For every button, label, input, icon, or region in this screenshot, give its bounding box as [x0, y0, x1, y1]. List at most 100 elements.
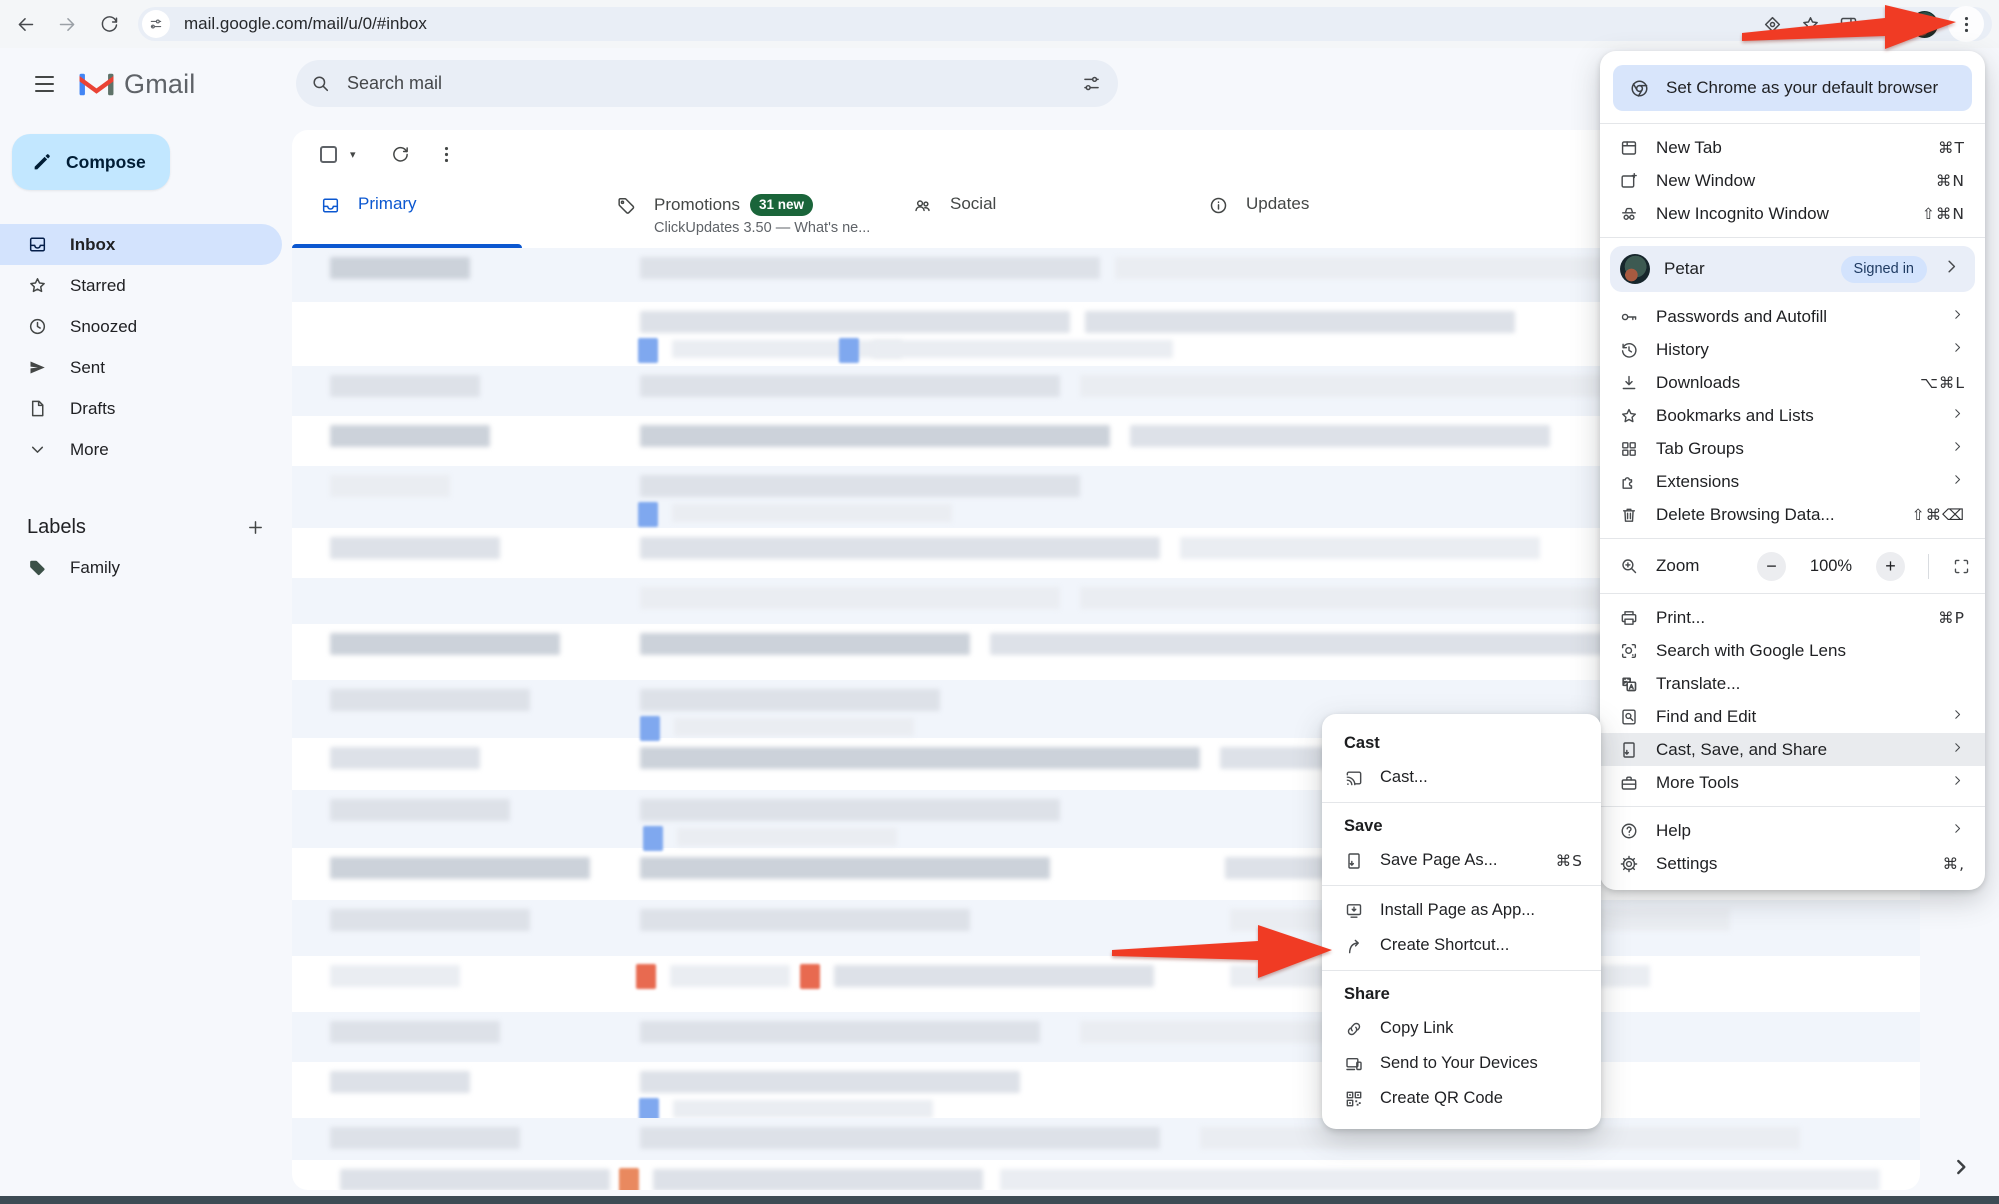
passwords-and-autofill-icon [1619, 307, 1639, 327]
tab-promotions[interactable]: Promotions31 newClickUpdates 3.50 — What… [588, 178, 884, 248]
menu-item-downloads[interactable]: Downloads⌥⌘L [1600, 366, 1985, 399]
signed-in-badge: Signed in [1841, 256, 1927, 283]
redacted-text [330, 965, 460, 987]
menu-item-extensions[interactable]: Extensions [1600, 465, 1985, 498]
menu-item-new-incognito-window[interactable]: New Incognito Window⇧⌘N [1600, 197, 1985, 230]
download-tray-icon[interactable] [1871, 9, 1901, 39]
zoom-in-button[interactable]: + [1876, 552, 1905, 581]
submenu-item-label: Create QR Code [1380, 1089, 1583, 1108]
menu-item-search-with-google-lens[interactable]: Search with Google Lens [1600, 634, 1985, 667]
menu-item-delete-browsing-data[interactable]: Delete Browsing Data...⇧⌘⌫ [1600, 498, 1985, 531]
table-row[interactable] [292, 956, 1920, 1012]
keyboard-shortcut: ⌘T [1938, 139, 1965, 157]
select-dropdown-icon[interactable]: ▾ [350, 148, 356, 161]
menu-separator [1600, 593, 1985, 594]
menu-item-new-window[interactable]: New Window⌘N [1600, 164, 1985, 197]
menu-item-help[interactable]: Help [1600, 814, 1985, 847]
compose-button[interactable]: Compose [12, 134, 170, 190]
redacted-text [330, 475, 450, 497]
site-settings-icon[interactable] [142, 10, 170, 38]
refresh-button[interactable] [382, 135, 420, 173]
menu-item-bookmarks-and-lists[interactable]: Bookmarks and Lists [1600, 399, 1985, 432]
search-mail-bar[interactable]: Search mail [296, 60, 1118, 107]
tab-updates[interactable]: Updates [1180, 178, 1476, 248]
back-button[interactable] [8, 7, 42, 41]
sidebar-label-family[interactable]: Family [0, 547, 282, 588]
sidebar-item-more[interactable]: More [0, 429, 282, 470]
menu-item-translate[interactable]: Translate... [1600, 667, 1985, 700]
tab-primary[interactable]: Primary [292, 178, 588, 248]
redacted-text [640, 1127, 1160, 1149]
redacted-text [834, 965, 1154, 987]
menu-item-find-and-edit[interactable]: Find and Edit [1600, 700, 1985, 733]
menu-item-new-tab[interactable]: New Tab⌘T [1600, 131, 1985, 164]
search-options-icon[interactable] [1081, 73, 1102, 94]
menu-item-passwords-and-autofill[interactable]: Passwords and Autofill [1600, 300, 1985, 333]
redacted-text [640, 857, 1050, 879]
submenu-separator [1322, 802, 1601, 803]
submenu-item-send-to-your-devices[interactable]: Send to Your Devices [1322, 1046, 1601, 1081]
zoom-out-button[interactable]: − [1757, 552, 1786, 581]
reload-button[interactable] [92, 7, 126, 41]
sidebar-item-sent[interactable]: Sent [0, 347, 282, 388]
redacted-text [990, 633, 1610, 655]
menu-item-history[interactable]: History [1600, 333, 1985, 366]
browser-menu-button[interactable] [1948, 6, 1984, 42]
more-options-icon[interactable] [428, 135, 466, 173]
forward-button[interactable] [50, 7, 84, 41]
redacted-text [640, 311, 1070, 333]
address-bar[interactable]: mail.google.com/mail/u/0/#inbox [138, 7, 1992, 41]
menu-item-print[interactable]: Print...⌘P [1600, 601, 1985, 634]
main-menu-icon[interactable] [24, 64, 64, 104]
submenu-item-create-shortcut[interactable]: Create Shortcut... [1322, 928, 1601, 963]
menu-separator [1600, 237, 1985, 238]
menu-item-label: More Tools [1656, 773, 1933, 793]
bookmark-star-icon[interactable] [1795, 9, 1825, 39]
table-row[interactable] [292, 900, 1920, 956]
table-row[interactable] [292, 1062, 1920, 1118]
table-row[interactable] [292, 1118, 1920, 1160]
side-panel-icon[interactable] [1833, 9, 1863, 39]
profile-avatar[interactable] [1911, 11, 1938, 38]
url-text[interactable]: mail.google.com/mail/u/0/#inbox [184, 14, 1749, 34]
submenu-item-install-page-as-app[interactable]: Install Page as App... [1322, 893, 1601, 928]
redacted-text [330, 1127, 520, 1149]
sidebar-item-drafts[interactable]: Drafts [0, 388, 282, 429]
table-row[interactable] [292, 1012, 1920, 1062]
extension-lens-icon[interactable] [1757, 9, 1787, 39]
menu-item-tab-groups[interactable]: Tab Groups [1600, 432, 1985, 465]
table-row[interactable] [292, 1160, 1920, 1190]
redacted-text [677, 828, 897, 846]
redacted-text [340, 1169, 610, 1190]
sidebar-item-snoozed[interactable]: Snoozed [0, 306, 282, 347]
sidebar-item-starred[interactable]: Starred [0, 265, 282, 306]
chevron-right-icon [1950, 740, 1965, 760]
menu-item-label: Cast, Save, and Share [1656, 740, 1933, 760]
menu-item-cast-save-and-share[interactable]: Cast, Save, and Share [1600, 733, 1985, 766]
profile-name: Petar [1664, 259, 1827, 279]
submenu-item-copy-link[interactable]: Copy Link [1322, 1011, 1601, 1046]
create-label-icon[interactable] [245, 517, 266, 538]
search-input[interactable]: Search mail [347, 73, 1081, 94]
submenu-item-create-qr-code[interactable]: Create QR Code [1322, 1081, 1601, 1116]
tab-social[interactable]: Social [884, 178, 1180, 248]
chevron-right-icon [1950, 472, 1965, 487]
redacted-text [330, 537, 500, 559]
fullscreen-button[interactable] [1952, 557, 1971, 576]
cast-save-share-submenu: CastCast...SaveSave Page As...⌘SInstall … [1322, 714, 1601, 1129]
menu-item-set-default-browser[interactable]: Set Chrome as your default browser [1613, 65, 1972, 111]
redacted-text [640, 375, 1060, 397]
menu-item-label: Zoom [1656, 556, 1740, 576]
select-all-checkbox[interactable] [320, 146, 337, 163]
sidebar-item-inbox[interactable]: Inbox [0, 224, 282, 265]
submenu-item-save-page-as[interactable]: Save Page As...⌘S [1322, 843, 1601, 878]
submenu-item-cast[interactable]: Cast... [1322, 760, 1601, 795]
menu-item-more-tools[interactable]: More Tools [1600, 766, 1985, 799]
redacted-text [640, 1021, 1040, 1043]
bookmarks-and-lists-icon [1619, 406, 1639, 426]
chevron-right-icon [1950, 439, 1965, 454]
menu-item-profile-petar[interactable]: Petar Signed in [1610, 246, 1975, 292]
menu-item-settings[interactable]: Settings⌘, [1600, 847, 1985, 880]
side-panel-toggle[interactable] [1944, 1150, 1978, 1184]
chevron-right-icon [1950, 773, 1965, 793]
